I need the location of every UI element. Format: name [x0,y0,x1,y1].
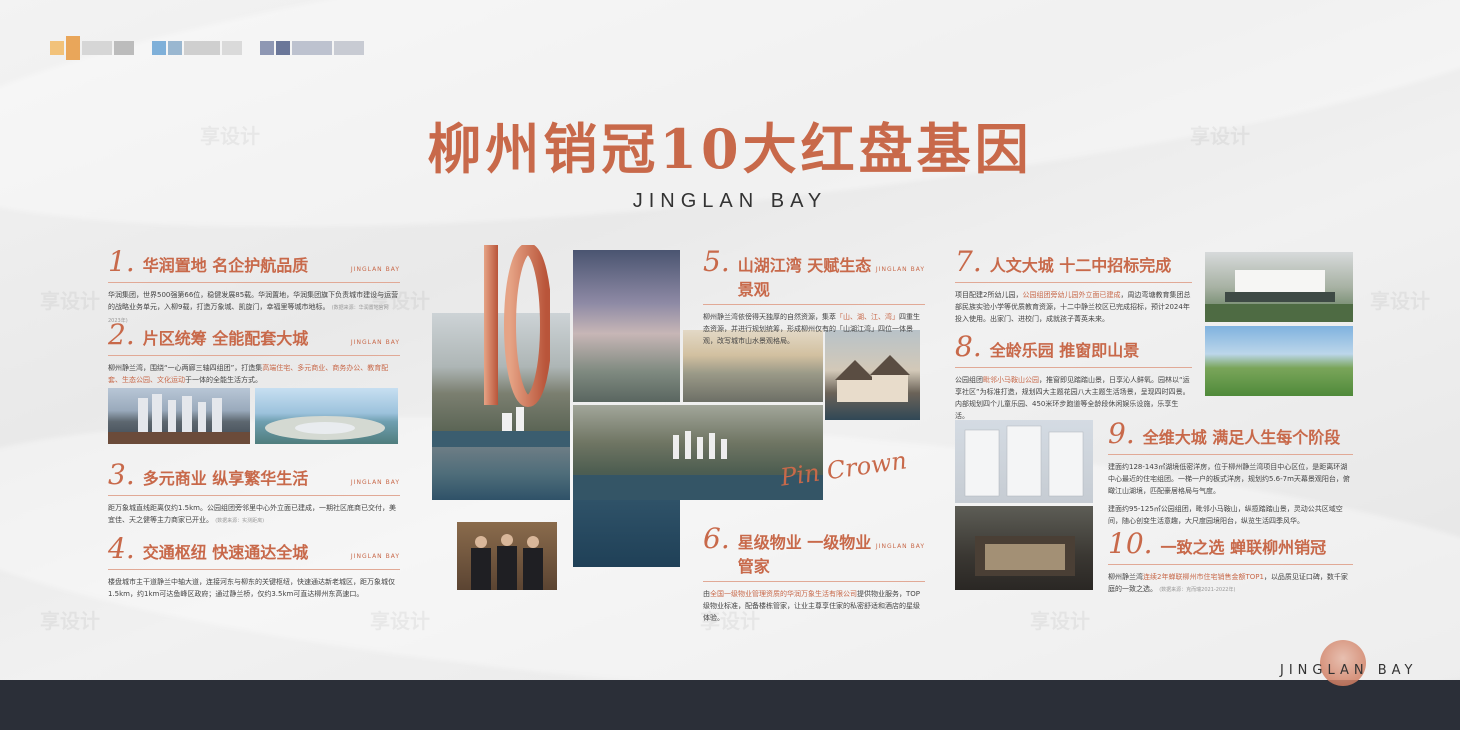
mini-brand-mark: JINGLAN BAY [875,543,925,550]
clubhouse-photo [955,506,1093,590]
section-title: 交通枢纽 快速通达全城 [142,543,309,562]
partner-logo [50,28,134,68]
section-title: 多元商业 纵享繁华生活 [142,469,309,488]
section-number: 10. [1108,527,1153,560]
section-body: 柳州静兰湾，围绕“一心两廊三轴四组团”，打造集高端住宅、多元商业、商务办公、教育… [108,364,389,384]
watermark: 享设计 [1030,609,1090,633]
collage-photo-water [573,500,680,567]
city-skyline-photo [108,388,250,444]
section-title: 星级物业 一级物业管家 [737,533,872,576]
section-number: 8. [955,330,982,363]
page-title: 柳州销冠10大红盘基因 [427,117,1033,181]
section-body: 柳州静兰湾依傍得天独厚的自然资源，集萃「山、湖、江、湾」四重生态资源，并进行规划… [703,313,920,345]
section-body: 柳州静兰湾连续2年蝉联柳州市住宅销售金额TOP1，以品质见证口碑，数千家庭的一致… [1108,573,1348,593]
section-9: 9. 全维大城 满足人生每个阶段 建面约128-143㎡湖境低密洋房，位于柳州静… [1108,417,1353,527]
section-body: 楼盘城市主干道静兰中轴大道，连接河东与柳东的关键枢纽，快速通达新老城区，距万象城… [108,578,395,598]
mini-brand-mark: JINGLAN BAY [350,553,400,560]
staff-team-photo [457,522,557,590]
section-title: 片区统筹 全能配套大城 [142,329,309,348]
section-number: 2. [108,318,135,351]
aerial-city-photo [255,388,398,444]
section-7: 7. 人文大城 十二中招标完成 项目配建2所幼儿园，公园组团旁幼儿园外立面已建成… [955,245,1192,325]
section-1: 1. 华润置地 名企护航品质 JINGLAN BAY 华润集团，世界500强第6… [108,245,400,327]
section-body: 建面约128-143㎡湖境低密洋房，位于柳州静兰湾项目中心区位，是距离环湖中心最… [1108,463,1350,495]
collage-photo-sky [573,250,680,402]
section-title: 全维大城 满足人生每个阶段 [1142,428,1341,447]
collage-photo-lake [432,447,570,500]
section-title: 全龄乐园 推窗即山景 [989,341,1140,360]
mini-brand-mark: JINGLAN BAY [350,339,400,346]
mini-brand-mark: JINGLAN BAY [875,266,925,273]
section-body: 由全国一级物业管理资质的华润万象生活有限公司提供物业服务，TOP级物业标准，配备… [703,590,921,622]
watermark: 享设计 [40,289,100,313]
section-title: 华润置地 名企护航品质 [142,256,309,275]
watermark: 享设计 [370,609,430,633]
number-ten-graphic [484,245,550,407]
kindergarten-photo [1205,252,1353,322]
section-5: 5. 山湖江湾 天赋生态景观 JINGLAN BAY 柳州静兰湾依傍得天独厚的自… [703,245,925,347]
section-6: 6. 星级物业 一级物业管家 JINGLAN BAY 由全国一级物业管理资质的华… [703,522,925,624]
footer-brand: JINGLAN BAY [1280,663,1418,678]
footer-bar [0,680,1460,730]
section-body: 距万象城直线距离仅约1.5km。公园组团旁邻里中心外立面已建成，一期社区底商已交… [108,504,397,524]
section-body-secondary: 建面约95-125㎡公园组团，毗邻小马鞍山，纵揽踏踏山景，灵动公共区域空间，随心… [1108,505,1343,525]
section-4: 4. 交通枢纽 快速通达全城 JINGLAN BAY 楼盘城市主干道静兰中轴大道… [108,532,400,600]
mini-brand-mark: JINGLAN BAY [350,266,400,273]
section-8: 8. 全龄乐园 推窗即山景 公园组团毗邻小马鞍山公园，推窗即见踏踏山景，日享沁人… [955,330,1192,422]
mini-brand-mark: JINGLAN BAY [350,479,400,486]
park-lawn-photo [1205,326,1353,396]
section-title: 山湖江湾 天赋生态景观 [737,256,872,299]
partner-logo [152,28,242,68]
partner-logo [260,28,364,68]
section-10: 10. 一致之选 蝉联柳州销冠 柳州静兰湾连续2年蝉联柳州市住宅销售金额TOP1… [1108,527,1353,596]
section-number: 3. [108,458,135,491]
section-number: 5. [703,245,730,278]
page-subtitle: JINGLAN BAY [632,190,828,212]
section-3: 3. 多元商业 纵享繁华生活 JINGLAN BAY 距万象城直线距离仅约1.5… [108,458,400,527]
watermark: 享设计 [1370,289,1430,313]
section-number: 6. [703,522,730,555]
section-title: 人文大城 十二中招标完成 [989,256,1172,275]
section-number: 7. [955,245,982,278]
partner-logos [50,28,364,68]
section-body: 公园组团毗邻小马鞍山公园，推窗即见踏踏山景，日享沁人鲜氧。园林以“运享社区”为标… [955,376,1190,420]
section-body: 项目配建2所幼儿园，公园组团旁幼儿园外立面已建成，周边弯塘教育集团总部民族实验小… [955,291,1191,323]
section-2: 2. 片区统筹 全能配套大城 JINGLAN BAY 柳州静兰湾，围绕“一心两廊… [108,318,400,386]
section-number: 4. [108,532,135,565]
residential-towers-photo [955,420,1093,503]
section-title: 一致之选 蝉联柳州销冠 [1160,538,1327,557]
section-number: 1. [108,245,135,278]
watermark: 享设计 [40,609,100,633]
section-number: 9. [1108,417,1135,450]
